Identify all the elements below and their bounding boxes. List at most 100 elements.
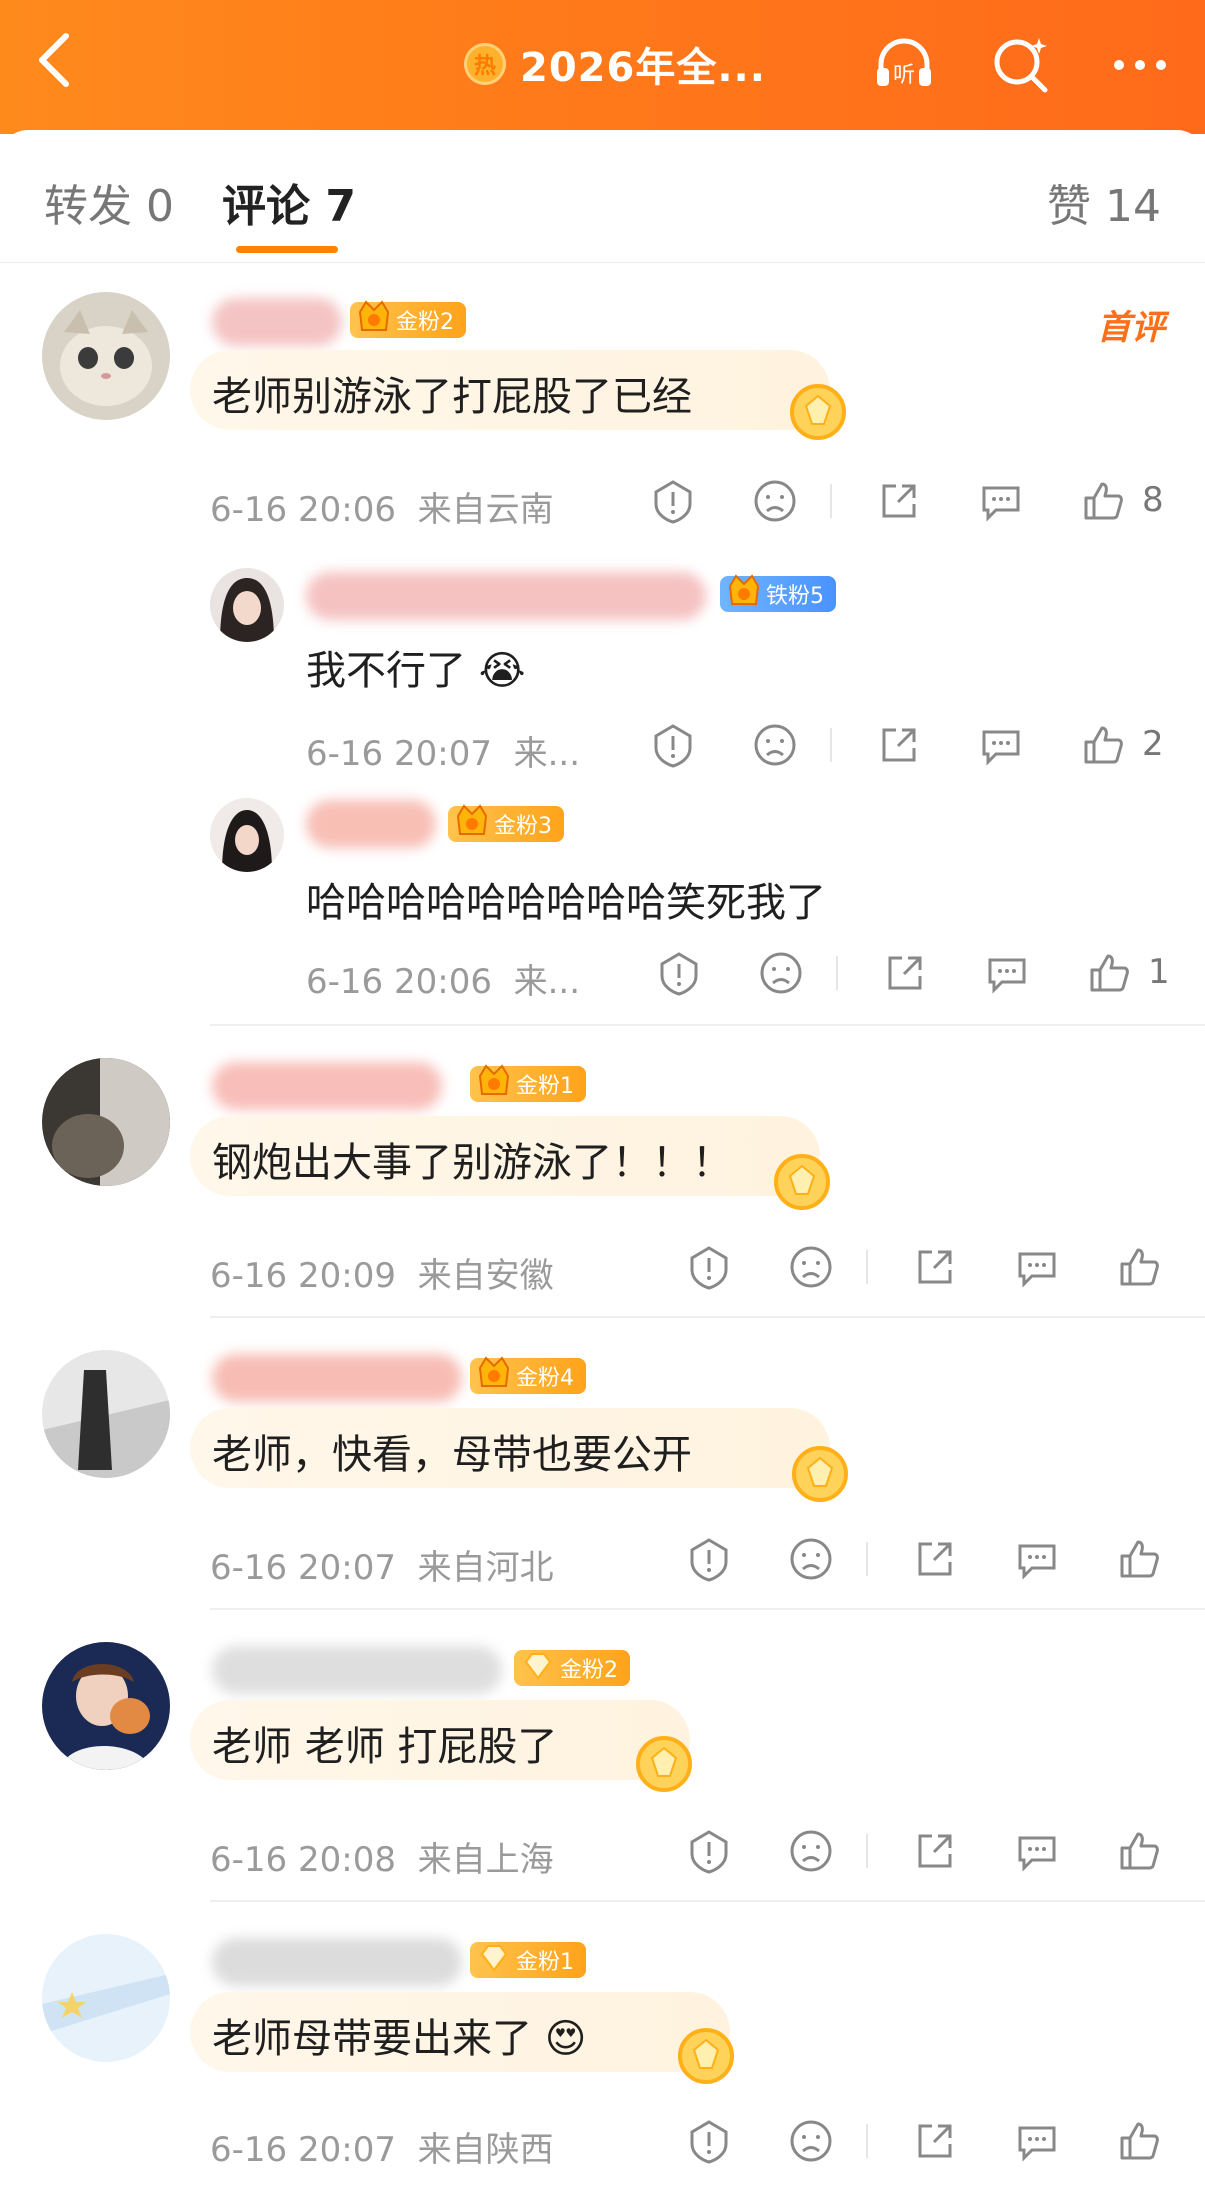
report-icon[interactable] bbox=[686, 1828, 732, 1874]
avatar[interactable] bbox=[210, 798, 284, 872]
top-actions: 听 bbox=[871, 32, 1173, 98]
comment-meta: 6-16 20:07 来自河北 bbox=[210, 1548, 554, 1588]
more-icon[interactable] bbox=[1107, 32, 1173, 98]
share-icon[interactable] bbox=[876, 722, 922, 768]
comment-text[interactable]: 老师别游泳了打屁股了已经 bbox=[212, 364, 692, 422]
first-comment-tag: 首评 bbox=[1097, 308, 1165, 348]
search-icon[interactable] bbox=[989, 32, 1055, 98]
fan-badge[interactable]: 金粉4 bbox=[470, 1356, 586, 1394]
reply-text[interactable]: 我不行了 😭 bbox=[306, 638, 525, 696]
dislike-face-icon[interactable] bbox=[788, 1536, 834, 1582]
share-icon[interactable] bbox=[912, 1828, 958, 1874]
reply-actions: 1 bbox=[646, 950, 1186, 998]
comment-divider bbox=[210, 1608, 1205, 1610]
tab-comments[interactable]: 评论 7 bbox=[222, 170, 356, 234]
tab-likes[interactable]: 赞 14 bbox=[1047, 170, 1161, 234]
comment-text[interactable]: 老师，快看，母带也要公开 bbox=[212, 1422, 692, 1480]
comment-meta: 6-16 20:06 来自云南 bbox=[210, 490, 554, 530]
report-icon[interactable] bbox=[656, 950, 702, 996]
tab-repost[interactable]: 转发 0 bbox=[44, 170, 174, 234]
user-name-blurred[interactable] bbox=[212, 298, 342, 346]
comment-text[interactable]: 钢炮出大事了别游泳了！！！ bbox=[212, 1130, 732, 1188]
share-icon[interactable] bbox=[912, 2118, 958, 2164]
comment-divider bbox=[210, 1900, 1205, 1902]
dislike-face-icon[interactable] bbox=[788, 2118, 834, 2164]
reply-icon[interactable] bbox=[978, 478, 1024, 524]
user-name-blurred[interactable] bbox=[306, 572, 706, 620]
topic-title-text: 2026年全... bbox=[520, 45, 766, 91]
user-name-blurred[interactable] bbox=[306, 800, 436, 848]
share-icon[interactable] bbox=[882, 950, 928, 996]
dislike-face-icon[interactable] bbox=[752, 722, 798, 768]
avatar[interactable] bbox=[42, 1642, 170, 1770]
fan-badge[interactable]: 铁粉5 bbox=[720, 574, 836, 612]
comment-text[interactable]: 老师母带要出来了 😍 bbox=[212, 2006, 586, 2064]
comment-divider bbox=[210, 1024, 1205, 1026]
avatar[interactable] bbox=[210, 568, 284, 642]
user-name-blurred[interactable] bbox=[212, 1938, 462, 1986]
gold-coin-icon bbox=[774, 1154, 830, 1210]
dislike-face-icon[interactable] bbox=[758, 950, 804, 996]
reply-icon[interactable] bbox=[1014, 1828, 1060, 1874]
listen-icon[interactable]: 听 bbox=[871, 32, 937, 98]
user-name-blurred[interactable] bbox=[212, 1062, 442, 1110]
like-count: 8 bbox=[1142, 480, 1164, 520]
fan-badge[interactable]: 金粉1 bbox=[470, 1942, 586, 1978]
share-icon[interactable] bbox=[912, 1244, 958, 1290]
report-icon[interactable] bbox=[686, 1244, 732, 1290]
fan-badge[interactable]: 金粉2 bbox=[514, 1650, 630, 1686]
reply-icon[interactable] bbox=[1014, 2118, 1060, 2164]
back-icon[interactable] bbox=[32, 30, 76, 90]
fan-badge[interactable]: 金粉1 bbox=[470, 1064, 586, 1102]
like-icon[interactable] bbox=[1080, 722, 1126, 768]
share-icon[interactable] bbox=[876, 478, 922, 524]
like-icon[interactable] bbox=[1086, 950, 1132, 996]
share-icon[interactable] bbox=[912, 1536, 958, 1582]
reply-icon[interactable] bbox=[1014, 1536, 1060, 1582]
report-icon[interactable] bbox=[686, 2118, 732, 2164]
report-icon[interactable] bbox=[650, 478, 696, 524]
like-icon[interactable] bbox=[1116, 2118, 1162, 2164]
action-separator bbox=[866, 1542, 868, 1576]
reply-icon[interactable] bbox=[978, 722, 1024, 768]
reply-text[interactable]: 哈哈哈哈哈哈哈哈哈笑死我了 bbox=[306, 870, 826, 928]
avatar[interactable] bbox=[42, 1934, 170, 2062]
action-separator bbox=[866, 2124, 868, 2158]
action-separator bbox=[866, 1834, 868, 1868]
avatar[interactable] bbox=[42, 1350, 170, 1478]
reply-meta: 6-16 20:07 来... bbox=[306, 734, 581, 774]
comment-actions: 8 bbox=[640, 478, 1180, 526]
like-icon[interactable] bbox=[1116, 1536, 1162, 1582]
reply-icon[interactable] bbox=[984, 950, 1030, 996]
user-name-blurred[interactable] bbox=[212, 1646, 502, 1694]
hot-icon: 热 bbox=[464, 43, 506, 85]
listen-label: 听 bbox=[893, 63, 915, 88]
like-icon[interactable] bbox=[1116, 1828, 1162, 1874]
active-tab-indicator bbox=[236, 246, 338, 253]
dislike-face-icon[interactable] bbox=[788, 1244, 834, 1290]
reply-actions: 2 bbox=[640, 722, 1180, 770]
crying-emoji: 😭 bbox=[478, 648, 526, 694]
avatar[interactable] bbox=[42, 1058, 170, 1186]
comment-divider bbox=[210, 1316, 1205, 1318]
fan-badge[interactable]: 金粉3 bbox=[448, 804, 564, 842]
topic-title[interactable]: 热 2026年全... bbox=[464, 36, 766, 92]
reply-icon[interactable] bbox=[1014, 1244, 1060, 1290]
gold-coin-icon bbox=[790, 384, 846, 440]
user-name-blurred[interactable] bbox=[212, 1354, 462, 1402]
fan-badge[interactable]: 金粉2 bbox=[350, 300, 466, 338]
comment-actions bbox=[676, 1828, 1196, 1876]
crown-icon bbox=[358, 300, 390, 331]
report-icon[interactable] bbox=[650, 722, 696, 768]
like-icon[interactable] bbox=[1116, 1244, 1162, 1290]
tab-bar: 转发 0 评论 7 赞 14 bbox=[0, 130, 1205, 263]
dislike-face-icon[interactable] bbox=[788, 1828, 834, 1874]
crown-icon bbox=[456, 804, 488, 835]
dislike-face-icon[interactable] bbox=[752, 478, 798, 524]
comment-text[interactable]: 老师 老师 打屁股了 bbox=[212, 1714, 557, 1772]
gem-icon bbox=[524, 1653, 552, 1680]
crown-icon bbox=[478, 1064, 510, 1095]
avatar[interactable] bbox=[42, 292, 170, 420]
report-icon[interactable] bbox=[686, 1536, 732, 1582]
like-icon[interactable] bbox=[1080, 478, 1126, 524]
